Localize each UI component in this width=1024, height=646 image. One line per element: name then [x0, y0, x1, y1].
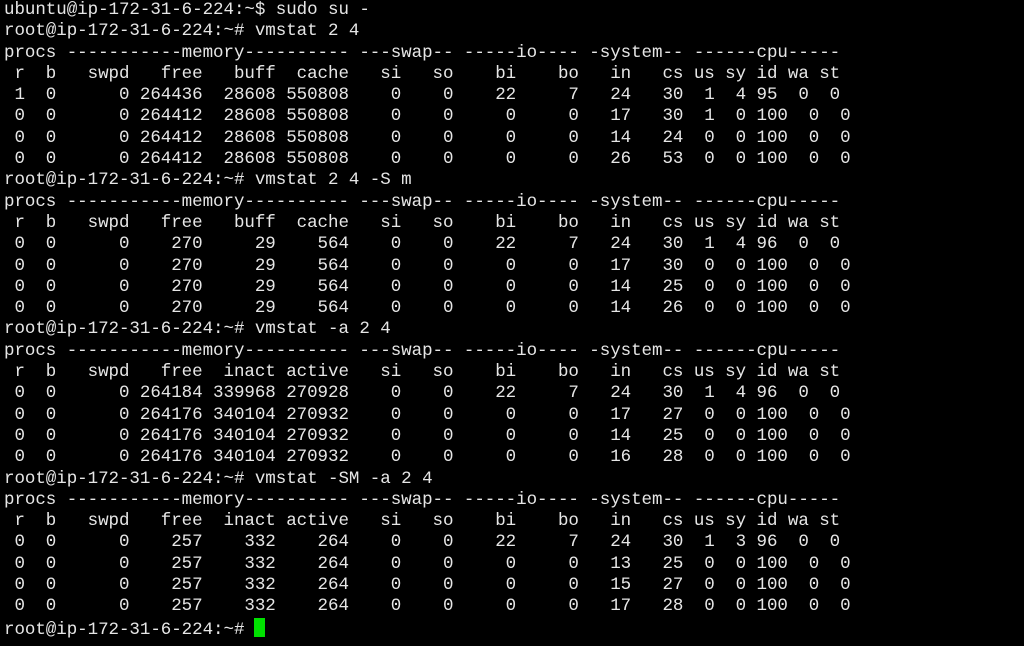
- terminal-line: root@ip-172-31-6-224:~# vmstat -a 2 4: [4, 319, 391, 340]
- terminal-line: procs -----------memory---------- ---swa…: [4, 489, 841, 510]
- terminal-line: r b swpd free inact active si so bi bo i…: [4, 511, 841, 532]
- terminal-line: 0 0 0 257 332 264 0 0 0 0 13 25 0 0 100 …: [4, 553, 851, 574]
- terminal-line: 0 0 0 264184 339968 270928 0 0 22 7 24 3…: [4, 383, 841, 404]
- terminal-line: procs -----------memory---------- ---swa…: [4, 340, 841, 361]
- terminal-line: 0 0 0 264176 340104 270932 0 0 0 0 17 27…: [4, 404, 851, 425]
- terminal-window[interactable]: ubuntu@ip-172-31-6-224:~$ sudo su - root…: [0, 0, 1024, 646]
- terminal-line: r b swpd free buff cache si so bi bo in …: [4, 63, 841, 84]
- terminal-line: root@ip-172-31-6-224:~# vmstat 2 4: [4, 21, 360, 42]
- terminal-line: 0 0 0 264176 340104 270932 0 0 0 0 16 28…: [4, 447, 851, 468]
- terminal-line: 0 0 0 270 29 564 0 0 0 0 14 26 0 0 100 0…: [4, 298, 851, 319]
- terminal-line: 0 0 0 257 332 264 0 0 0 0 17 28 0 0 100 …: [4, 596, 851, 617]
- terminal-line: r b swpd free inact active si so bi bo i…: [4, 362, 841, 383]
- terminal-line: ubuntu@ip-172-31-6-224:~$ sudo su -: [4, 0, 370, 20]
- terminal-line: r b swpd free buff cache si so bi bo in …: [4, 212, 841, 233]
- terminal-line: 0 0 0 270 29 564 0 0 22 7 24 30 1 4 96 0…: [4, 234, 841, 255]
- terminal-line: procs -----------memory---------- ---swa…: [4, 191, 841, 212]
- command-prompt-line[interactable]: root@ip-172-31-6-224:~#: [4, 617, 1024, 640]
- terminal-line: 0 0 0 264412 28608 550808 0 0 0 0 26 53 …: [4, 149, 851, 170]
- terminal-line: 0 0 0 264176 340104 270932 0 0 0 0 14 25…: [4, 425, 851, 446]
- terminal-line: root@ip-172-31-6-224:~# vmstat 2 4 -S m: [4, 170, 412, 191]
- terminal-line: 0 0 0 264412 28608 550808 0 0 0 0 14 24 …: [4, 127, 851, 148]
- terminal-line: 0 0 0 257 332 264 0 0 0 0 15 27 0 0 100 …: [4, 575, 851, 596]
- prompt-text: root@ip-172-31-6-224:~#: [4, 619, 245, 640]
- terminal-line: root@ip-172-31-6-224:~# vmstat -SM -a 2 …: [4, 468, 433, 489]
- terminal-line: 0 0 0 270 29 564 0 0 0 0 14 25 0 0 100 0…: [4, 276, 851, 297]
- terminal-line: 1 0 0 264436 28608 550808 0 0 22 7 24 30…: [4, 85, 841, 106]
- text-cursor: [254, 617, 266, 637]
- terminal-line: procs -----------memory---------- ---swa…: [4, 42, 841, 63]
- terminal-line: 0 0 0 264412 28608 550808 0 0 0 0 17 30 …: [4, 106, 851, 127]
- terminal-line: 0 0 0 257 332 264 0 0 22 7 24 30 1 3 96 …: [4, 532, 841, 553]
- terminal-line: 0 0 0 270 29 564 0 0 0 0 17 30 0 0 100 0…: [4, 255, 851, 276]
